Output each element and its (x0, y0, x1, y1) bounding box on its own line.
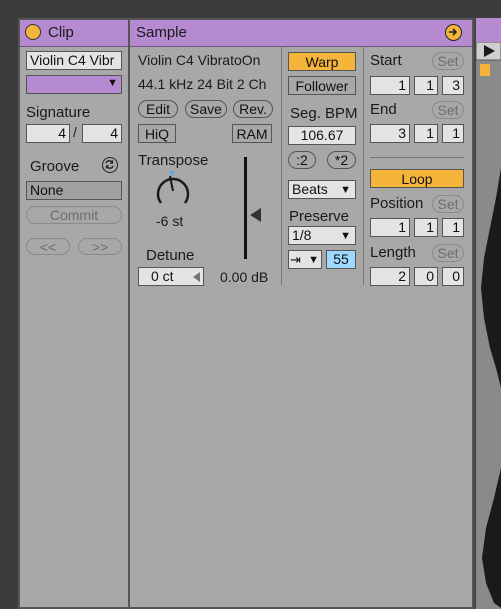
transpose-label: Transpose (138, 152, 209, 169)
hiq-toggle[interactable]: HiQ (138, 124, 176, 143)
transient-envelope-field[interactable]: 55 (326, 250, 356, 269)
half-tempo-button[interactable]: :2 (288, 151, 316, 169)
preserve-label: Preserve (289, 208, 350, 225)
transpose-value: -6 st (156, 213, 184, 229)
length-bar-field[interactable]: 2 (370, 267, 410, 286)
gain-fader-track[interactable] (244, 157, 247, 259)
preserve-value: 1/8 (292, 227, 312, 243)
chevron-down-icon: ▼ (107, 77, 118, 89)
length-sixteenth-field[interactable]: 0 (442, 267, 464, 286)
sample-file-name: Violin C4 VibratoOn (138, 52, 261, 68)
transpose-knob[interactable] (152, 170, 194, 212)
reverse-button[interactable]: Rev. (233, 100, 273, 118)
end-set-button[interactable]: Set (432, 101, 464, 119)
loop-toggle[interactable]: Loop (370, 169, 464, 188)
detune-value: 0 ct (151, 268, 174, 284)
position-label: Position (370, 195, 424, 212)
loop-forward-icon: ⇥ (290, 252, 301, 267)
warp-mode-dropdown[interactable]: Beats ▼ (288, 180, 356, 199)
warp-toggle[interactable]: Warp (288, 52, 356, 71)
clip-title: Clip (48, 24, 74, 41)
preserve-dropdown[interactable]: 1/8 ▼ (288, 226, 356, 245)
sample-waveform-display[interactable] (474, 18, 501, 609)
double-tempo-button[interactable]: *2 (327, 151, 356, 169)
waveform-header (476, 18, 501, 42)
start-label: Start (370, 52, 402, 69)
triangle-left-icon (193, 272, 200, 282)
position-bar-field[interactable]: 1 (370, 218, 410, 237)
sample-header: Sample (130, 20, 472, 47)
transient-loop-mode-dropdown[interactable]: ⇥ ▼ (288, 250, 322, 269)
start-bar-field[interactable]: 1 (370, 76, 410, 95)
detune-label: Detune (146, 247, 195, 264)
groove-select[interactable]: None (26, 181, 122, 200)
clip-color-dropdown[interactable]: ▼ (26, 75, 122, 94)
start-set-button[interactable]: Set (432, 52, 464, 70)
position-set-button[interactable]: Set (432, 195, 464, 213)
commit-button[interactable]: Commit (26, 206, 122, 224)
sample-panel: Sample Violin C4 VibratoOn 44.1 kHz 24 B… (128, 18, 474, 609)
clip-panel: Clip Violin C4 Vibr ▼ Signature 4 / 4 Gr… (18, 18, 130, 609)
nudge-forward-button[interactable]: >> (78, 238, 122, 255)
end-label: End (370, 101, 397, 118)
start-sixteenth-field[interactable]: 3 (442, 76, 464, 95)
chevron-down-icon: ▼ (308, 254, 319, 266)
groove-label: Groove (30, 158, 80, 175)
nudge-back-button[interactable]: << (26, 238, 70, 255)
signature-label: Signature (26, 104, 91, 121)
arrow-right-circle-icon[interactable] (445, 24, 462, 41)
follower-toggle[interactable]: Follower (288, 76, 356, 95)
hot-swap-icon[interactable] (102, 157, 118, 173)
edit-button[interactable]: Edit (138, 100, 178, 118)
end-sixteenth-field[interactable]: 1 (442, 124, 464, 143)
seg-bpm-label: Seg. BPM (290, 105, 358, 122)
chevron-down-icon: ▼ (340, 184, 351, 196)
sample-title: Sample (136, 24, 187, 41)
length-beat-field[interactable]: 0 (414, 267, 438, 286)
triangle-left-icon[interactable] (250, 208, 261, 222)
clip-header: Clip (20, 20, 128, 47)
position-sixteenth-field[interactable]: 1 (442, 218, 464, 237)
signature-denominator-field[interactable]: 4 (82, 124, 122, 143)
detune-field[interactable]: 0 ct (138, 267, 204, 286)
column-divider (363, 46, 364, 285)
start-marker-icon[interactable] (476, 42, 501, 82)
length-set-button[interactable]: Set (432, 244, 464, 262)
column-divider (281, 46, 282, 285)
waveform-graphic (481, 168, 501, 608)
length-label: Length (370, 244, 416, 261)
start-beat-field[interactable]: 1 (414, 76, 438, 95)
gain-value: 0.00 dB (220, 269, 269, 285)
ram-toggle[interactable]: RAM (232, 124, 272, 143)
chevron-down-icon: ▼ (340, 230, 351, 242)
end-beat-field[interactable]: 1 (414, 124, 438, 143)
seg-bpm-field[interactable]: 106.67 (288, 126, 356, 145)
loop-divider (370, 157, 464, 158)
signature-numerator-field[interactable]: 4 (26, 124, 70, 143)
warp-mode-value: Beats (292, 181, 328, 197)
save-button[interactable]: Save (185, 100, 227, 118)
clip-name-field[interactable]: Violin C4 Vibr (26, 51, 122, 70)
signature-slash: / (73, 124, 77, 140)
end-bar-field[interactable]: 3 (370, 124, 410, 143)
clip-activator-icon[interactable] (25, 24, 41, 40)
sample-file-info: 44.1 kHz 24 Bit 2 Ch (138, 76, 267, 92)
position-beat-field[interactable]: 1 (414, 218, 438, 237)
